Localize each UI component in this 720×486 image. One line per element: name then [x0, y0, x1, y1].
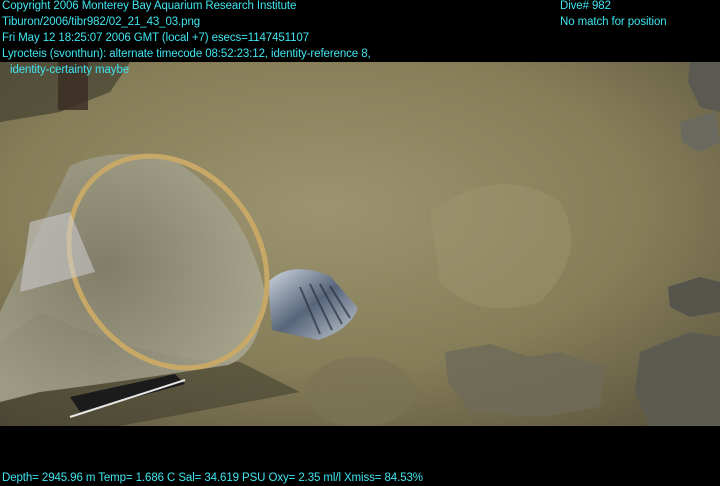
annotation-text: Lyrocteis (svonthun): alternate timecode… — [2, 48, 371, 60]
annotation-text-continued: identity-certainty maybe — [10, 64, 130, 76]
dive-number: Dive# 982 — [560, 0, 611, 12]
sediment-track — [430, 184, 572, 309]
seafloor-image — [0, 62, 720, 426]
video-frame: Copyright 2006 Monterey Bay Aquarium Res… — [0, 0, 720, 486]
datetime-text: Fri May 12 18:25:07 2006 GMT (local +7) … — [2, 32, 310, 44]
sediment-mound — [305, 357, 415, 426]
file-path-text: Tiburon/2006/tibr982/02_21_43_03.png — [2, 16, 201, 28]
header-info: Copyright 2006 Monterey Bay Aquarium Res… — [2, 0, 371, 78]
dive-info: Dive# 982 No match for position — [560, 0, 667, 30]
telemetry-readout: Depth= 2945.96 m Temp= 1.686 C Sal= 34.6… — [2, 472, 423, 484]
position-status: No match for position — [560, 16, 667, 28]
copyright-text: Copyright 2006 Monterey Bay Aquarium Res… — [2, 0, 297, 12]
seafloor-scene — [0, 62, 720, 426]
